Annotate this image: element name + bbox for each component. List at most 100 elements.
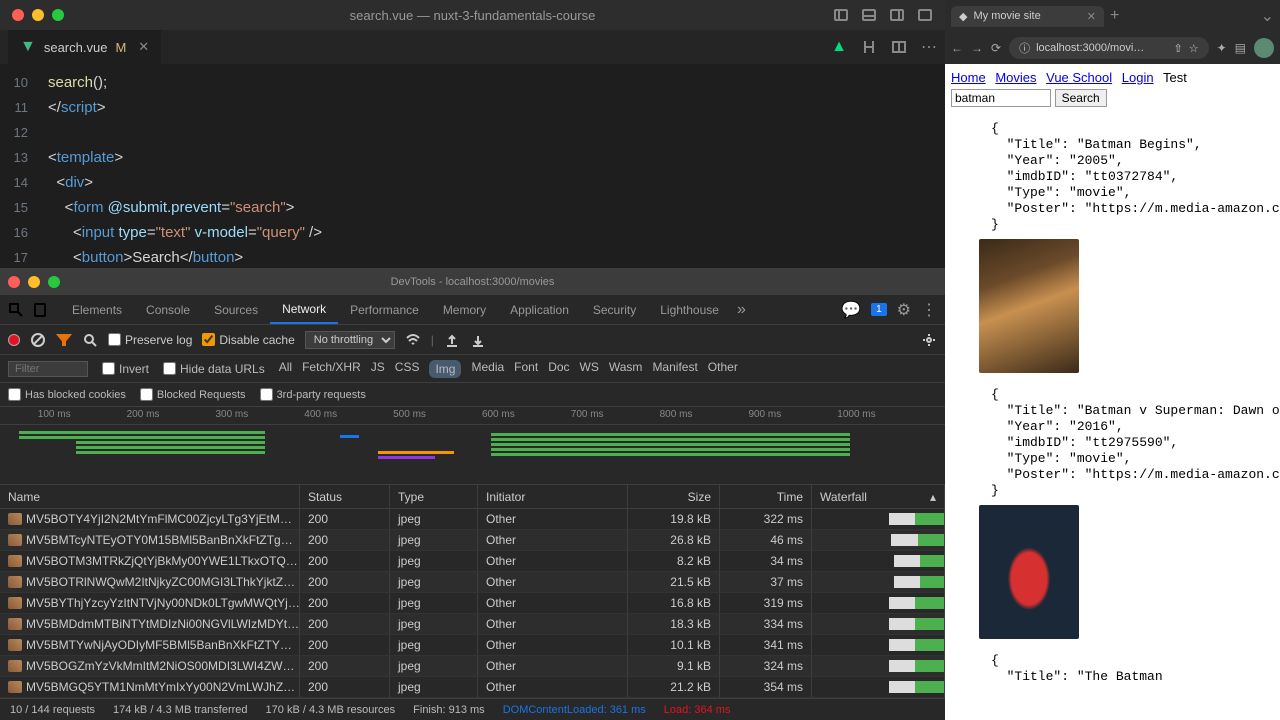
tab-security[interactable]: Security (581, 295, 648, 324)
site-info-icon[interactable]: ⓘ (1019, 40, 1030, 56)
new-tab-button[interactable]: + (1110, 7, 1119, 25)
table-row[interactable]: MV5BOGZmYzVkMmItM2NiOS00MDI3LWI4ZW…200jp… (0, 656, 945, 677)
filter-fetch/xhr[interactable]: Fetch/XHR (302, 360, 361, 378)
table-header[interactable]: NameStatusTypeInitiatorSizeTimeWaterfall… (0, 485, 945, 509)
nav-login[interactable]: Login (1122, 70, 1154, 85)
browser-content[interactable]: Home Movies Vue School Login Test Search… (945, 64, 1280, 720)
filter-all[interactable]: All (279, 360, 292, 378)
layout-icon[interactable] (917, 7, 933, 23)
table-row[interactable]: MV5BOTRlNWQwM2ItNjkyZC00MGI3LThkYjktZ…20… (0, 572, 945, 593)
search-icon[interactable] (82, 332, 98, 348)
nav-home[interactable]: Home (951, 70, 986, 85)
filter-other[interactable]: Other (708, 360, 738, 378)
close-tab-icon[interactable]: ✕ (138, 39, 149, 55)
close-window[interactable] (12, 9, 24, 21)
filter-doc[interactable]: Doc (548, 360, 569, 378)
tab-network[interactable]: Network (270, 295, 338, 324)
filter-media[interactable]: Media (471, 360, 504, 378)
clear-icon[interactable] (30, 332, 46, 348)
gear-icon[interactable]: ⚙ (897, 300, 911, 320)
panel-right-icon[interactable] (889, 7, 905, 23)
devtools-tabs: ElementsConsoleSourcesNetworkPerformance… (0, 295, 945, 325)
record-button[interactable] (8, 334, 20, 346)
table-row[interactable]: MV5BMTcyNTEyOTY0M15BMl5BanBnXkFtZTg…200j… (0, 530, 945, 551)
wifi-icon[interactable] (405, 332, 421, 348)
tab-memory[interactable]: Memory (431, 295, 498, 324)
download-icon[interactable] (470, 332, 486, 348)
nav-vue-school[interactable]: Vue School (1046, 70, 1112, 85)
more-icon[interactable]: ⋮ (921, 300, 937, 320)
table-row[interactable]: MV5BOTY4YjI2N2MtYmFlMC00ZjcyLTg3YjEtM…20… (0, 509, 945, 530)
bookmark-icon[interactable]: ☆ (1189, 42, 1199, 55)
network-filter-bar: Invert Hide data URLs All Fetch/XHR JS CSS I… (0, 355, 945, 383)
minimize-window[interactable] (32, 9, 44, 21)
minimize-icon[interactable] (28, 276, 40, 288)
filter-manifest[interactable]: Manifest (652, 360, 697, 378)
editor-title: search.vue — nuxt-3-fundamentals-course (350, 8, 596, 23)
hide-data-urls-checkbox[interactable]: Hide data URLs (163, 362, 265, 376)
search-input[interactable] (951, 89, 1051, 107)
network-table[interactable]: NameStatusTypeInitiatorSizeTimeWaterfall… (0, 485, 945, 698)
table-row[interactable]: MV5BMGQ5YTM1NmMtYmIxYy00N2VmLWJhZ…200jpe… (0, 677, 945, 698)
compare-icon[interactable] (861, 39, 877, 55)
profile-avatar[interactable] (1254, 38, 1274, 58)
upload-icon[interactable] (444, 332, 460, 348)
filter-wasm[interactable]: Wasm (609, 360, 643, 378)
requests-count: 10 / 144 requests (10, 704, 95, 716)
nav-movies[interactable]: Movies (995, 70, 1036, 85)
filter-js[interactable]: JS (371, 360, 385, 378)
disable-cache-checkbox[interactable]: Disable cache (202, 333, 294, 347)
editor-layout-icons[interactable] (833, 7, 933, 23)
devtools-window-controls[interactable] (8, 276, 60, 288)
device-icon[interactable] (32, 302, 48, 318)
throttling-select[interactable]: No throttling (305, 331, 395, 349)
address-bar[interactable]: ⓘ localhost:3000/movi… ⇧ ☆ (1009, 37, 1209, 59)
filter-ws[interactable]: WS (580, 360, 599, 378)
table-row[interactable]: MV5BYThjYzcyYzItNTVjNy00NDk0LTgwMWQtYj…2… (0, 593, 945, 614)
window-controls[interactable] (12, 9, 64, 21)
maximize-window[interactable] (52, 9, 64, 21)
issues-icon[interactable]: 💬 (841, 300, 861, 320)
tab-lighthouse[interactable]: Lighthouse (648, 295, 731, 324)
close-icon[interactable] (8, 276, 20, 288)
table-row[interactable]: MV5BMDdmMTBiNTYtMDIzNi00NGVlLWIzMDYt…200… (0, 614, 945, 635)
share-icon[interactable]: ⇧ (1174, 42, 1183, 55)
filter-css[interactable]: CSS (395, 360, 420, 378)
table-row[interactable]: MV5BMTYwNjAyODIyMF5BMl5BanBnXkFtZTY…200j… (0, 635, 945, 656)
inspect-icon[interactable] (8, 302, 24, 318)
table-row[interactable]: MV5BOTM3MTRkZjQtYjBkMy00YWE1LTkxOTQ…200j… (0, 551, 945, 572)
split-icon[interactable] (891, 39, 907, 55)
maximize-icon[interactable] (48, 276, 60, 288)
search-button[interactable]: Search (1055, 89, 1107, 107)
filter-img[interactable]: Img (429, 360, 461, 378)
panel-bottom-icon[interactable] (861, 7, 877, 23)
tab-elements[interactable]: Elements (60, 295, 134, 324)
reload-button[interactable]: ⟳ (991, 41, 1001, 55)
close-tab-icon[interactable]: ✕ (1087, 10, 1096, 23)
code-editor[interactable]: 10search();11</script>1213<template>14 <… (0, 64, 945, 268)
nav-test[interactable]: Test (1163, 70, 1187, 85)
extensions-icon[interactable]: ✦ (1217, 41, 1227, 55)
settings-icon[interactable] (921, 332, 937, 348)
back-button[interactable]: ← (951, 41, 963, 55)
browser-tab-bar: ◆ My movie site ✕ + ⌄ (945, 0, 1280, 32)
movie-json: { "Title": "Batman Begins", "Year": "200… (991, 121, 1274, 233)
tab-application[interactable]: Application (498, 295, 581, 324)
preserve-log-checkbox[interactable]: Preserve log (108, 333, 192, 347)
invert-checkbox[interactable]: Invert (102, 362, 149, 376)
filter-font[interactable]: Font (514, 360, 538, 378)
tab-console[interactable]: Console (134, 295, 202, 324)
filter-icon[interactable] (56, 332, 72, 348)
nuxt-icon[interactable]: ▲ (831, 38, 847, 56)
filter-input[interactable] (8, 361, 88, 377)
network-timeline[interactable]: 100 ms200 ms300 ms400 ms500 ms600 ms700 … (0, 407, 945, 485)
tab-sources[interactable]: Sources (202, 295, 270, 324)
reader-icon[interactable]: ▤ (1235, 41, 1246, 55)
browser-tab[interactable]: ◆ My movie site ✕ (951, 6, 1104, 27)
chevron-down-icon[interactable]: ⌄ (1261, 6, 1274, 26)
file-tab-search-vue[interactable]: ▼ search.vue M ✕ (8, 30, 161, 64)
tab-performance[interactable]: Performance (338, 295, 431, 324)
more-icon[interactable]: ⋯ (921, 37, 937, 57)
panel-left-icon[interactable] (833, 7, 849, 23)
forward-button[interactable]: → (971, 41, 983, 55)
